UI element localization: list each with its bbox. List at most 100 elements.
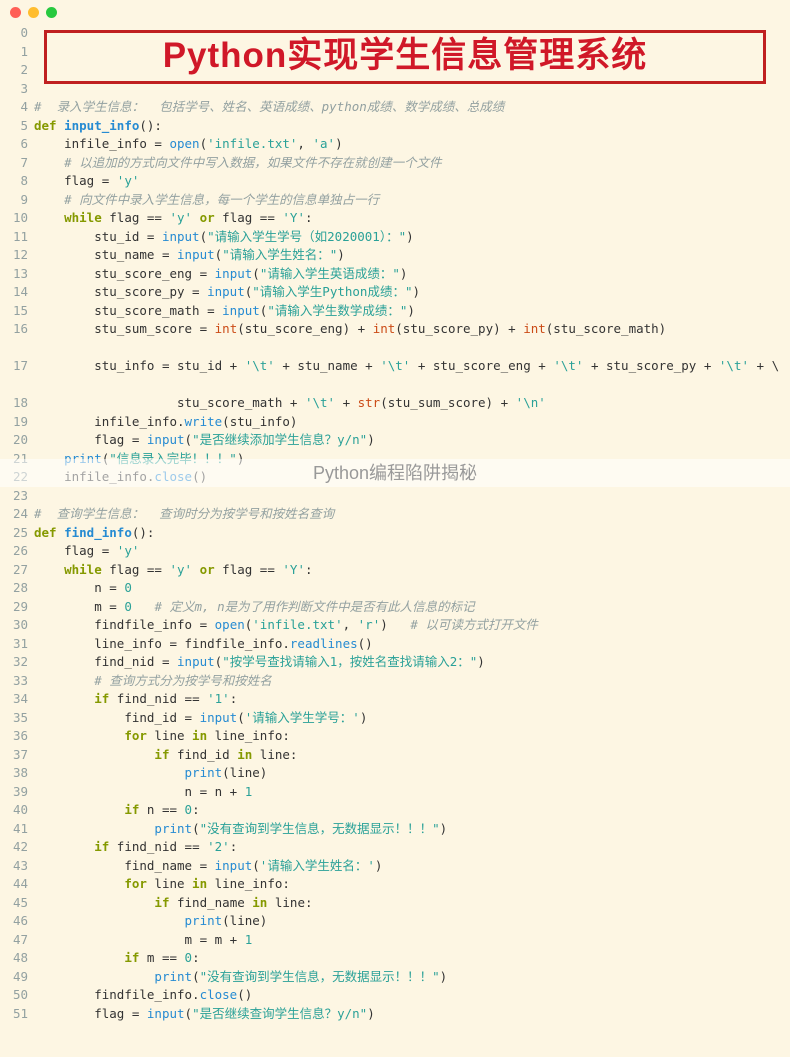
code-line[interactable]: while flag == 'y' or flag == 'Y':: [34, 209, 790, 228]
code-line[interactable]: if find_nid == '2':: [34, 838, 790, 857]
code-line[interactable]: flag = 'y': [34, 172, 790, 191]
line-number: 33: [6, 672, 28, 691]
code-line[interactable]: stu_sum_score = int(stu_score_eng) + int…: [34, 320, 790, 357]
code-line[interactable]: stu_id = input("请输入学生学号（如2020001）："): [34, 228, 790, 247]
line-number: 48: [6, 949, 28, 968]
line-number: 8: [6, 172, 28, 191]
code-line[interactable]: if find_id in line:: [34, 746, 790, 765]
code-line[interactable]: stu_score_math + '\t' + str(stu_sum_scor…: [34, 394, 790, 413]
code-line[interactable]: flag = input("是否继续查询学生信息？y/n"): [34, 1005, 790, 1024]
line-number: 38: [6, 764, 28, 783]
code-line[interactable]: stu_score_math = input("请输入学生数学成绩："): [34, 302, 790, 321]
line-number: 9: [6, 191, 28, 210]
code-line[interactable]: stu_score_eng = input("请输入学生英语成绩："): [34, 265, 790, 284]
line-number: 27: [6, 561, 28, 580]
line-number: 24: [6, 505, 28, 524]
line-number: 15: [6, 302, 28, 321]
line-number: 28: [6, 579, 28, 598]
maximize-dot[interactable]: [46, 7, 57, 18]
line-number: 47: [6, 931, 28, 950]
code-line[interactable]: # 向文件中录入学生信息，每一个学生的信息单独占一行: [34, 191, 790, 210]
code-line[interactable]: for line in line_info:: [34, 727, 790, 746]
code-line[interactable]: findfile_info.close(): [34, 986, 790, 1005]
line-number: 13: [6, 265, 28, 284]
code-line[interactable]: def find_info():: [34, 524, 790, 543]
line-number: 5: [6, 117, 28, 136]
code-line[interactable]: # 查询学生信息： 查询时分为按学号和按姓名查询: [34, 505, 790, 524]
line-number: 35: [6, 709, 28, 728]
code-line[interactable]: m = m + 1: [34, 931, 790, 950]
line-number: 25: [6, 524, 28, 543]
code-line[interactable]: find_name = input('请输入学生姓名：'): [34, 857, 790, 876]
code-line[interactable]: if m == 0:: [34, 949, 790, 968]
code-line[interactable]: flag = input("是否继续添加学生信息？y/n"): [34, 431, 790, 450]
code-line[interactable]: while flag == 'y' or flag == 'Y':: [34, 561, 790, 580]
line-number: 19: [6, 413, 28, 432]
code-line[interactable]: def input_info():: [34, 117, 790, 136]
line-number: 40: [6, 801, 28, 820]
line-number: 12: [6, 246, 28, 265]
code-line[interactable]: # 录入学生信息： 包括学号、姓名、英语成绩、python成绩、数学成绩、总成绩: [34, 98, 790, 117]
code-line[interactable]: print(line): [34, 912, 790, 931]
line-number: 16: [6, 320, 28, 339]
window-titlebar: [0, 0, 790, 24]
code-line[interactable]: line_info = findfile_info.readlines(): [34, 635, 790, 654]
code-line[interactable]: # 以追加的方式向文件中写入数据，如果文件不存在就创建一个文件: [34, 154, 790, 173]
line-number: 20: [6, 431, 28, 450]
code-line[interactable]: findfile_info = open('infile.txt', 'r') …: [34, 616, 790, 635]
code-line[interactable]: m = 0 # 定义m, n是为了用作判断文件中是否有此人信息的标记: [34, 598, 790, 617]
code-line[interactable]: n = n + 1: [34, 783, 790, 802]
code-line[interactable]: # 查询方式分为按学号和按姓名: [34, 672, 790, 691]
line-gutter: 0123456789101112131415161718192021222324…: [6, 24, 34, 1023]
code-line[interactable]: n = 0: [34, 579, 790, 598]
code-line[interactable]: stu_name = input("请输入学生姓名："): [34, 246, 790, 265]
code-area[interactable]: # 录入学生信息： 包括学号、姓名、英语成绩、python成绩、数学成绩、总成绩…: [34, 24, 790, 1023]
code-line[interactable]: find_id = input('请输入学生学号：'): [34, 709, 790, 728]
code-line[interactable]: print(line): [34, 764, 790, 783]
code-line[interactable]: stu_score_py = input("请输入学生Python成绩："): [34, 283, 790, 302]
code-line[interactable]: [34, 80, 790, 99]
close-dot[interactable]: [10, 7, 21, 18]
code-editor[interactable]: 0123456789101112131415161718192021222324…: [0, 24, 790, 1023]
code-line[interactable]: print("没有查询到学生信息，无数据显示！！！"): [34, 968, 790, 987]
line-number: 49: [6, 968, 28, 987]
code-line[interactable]: flag = 'y': [34, 542, 790, 561]
line-number: 26: [6, 542, 28, 561]
line-number: 29: [6, 598, 28, 617]
code-line[interactable]: if find_nid == '1':: [34, 690, 790, 709]
line-number: 39: [6, 783, 28, 802]
line-number: 18: [6, 394, 28, 413]
minimize-dot[interactable]: [28, 7, 39, 18]
code-line[interactable]: if n == 0:: [34, 801, 790, 820]
line-number: 31: [6, 635, 28, 654]
line-number: 11: [6, 228, 28, 247]
line-number: 34: [6, 690, 28, 709]
code-line[interactable]: infile_info.close(): [34, 468, 790, 487]
code-line[interactable]: print("没有查询到学生信息，无数据显示！！！"): [34, 820, 790, 839]
code-line[interactable]: if find_name in line:: [34, 894, 790, 913]
code-line[interactable]: for line in line_info:: [34, 875, 790, 894]
code-line[interactable]: [34, 487, 790, 506]
line-number: 44: [6, 875, 28, 894]
line-number: 41: [6, 820, 28, 839]
line-number: 7: [6, 154, 28, 173]
line-number: 43: [6, 857, 28, 876]
line-number: 50: [6, 986, 28, 1005]
line-number: 46: [6, 912, 28, 931]
line-number: 42: [6, 838, 28, 857]
code-line[interactable]: print("信息录入完毕！！！"): [34, 450, 790, 469]
line-number: 23: [6, 487, 28, 506]
line-number: 21: [6, 450, 28, 469]
code-line[interactable]: [34, 61, 790, 80]
line-number: 36: [6, 727, 28, 746]
line-number: 6: [6, 135, 28, 154]
code-line[interactable]: [34, 43, 790, 62]
code-line[interactable]: find_nid = input("按学号查找请输入1，按姓名查找请输入2："): [34, 653, 790, 672]
line-number: 22: [6, 468, 28, 487]
code-line[interactable]: infile_info.write(stu_info): [34, 413, 790, 432]
code-line[interactable]: stu_info = stu_id + '\t' + stu_name + '\…: [34, 357, 790, 394]
code-line[interactable]: [34, 24, 790, 43]
line-number: 14: [6, 283, 28, 302]
line-number: 4: [6, 98, 28, 117]
code-line[interactable]: infile_info = open('infile.txt', 'a'): [34, 135, 790, 154]
